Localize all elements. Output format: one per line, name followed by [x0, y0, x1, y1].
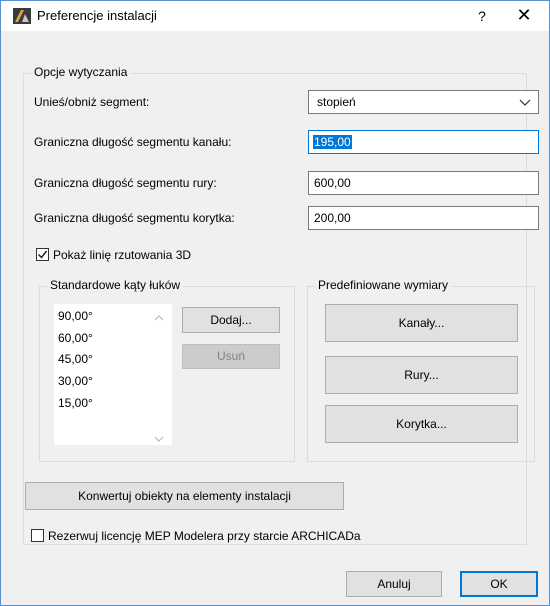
- trays-button[interactable]: Korytka...: [325, 405, 518, 443]
- list-item[interactable]: 30,00°: [58, 374, 93, 388]
- convert-objects-button[interactable]: Konwertuj obiekty na elementy instalacji: [25, 482, 344, 510]
- tray-length-value: 200,00: [314, 211, 351, 225]
- reserve-license-checkbox[interactable]: [31, 529, 44, 542]
- preferences-dialog: Preferencje instalacji ? ✕ Opcje wytycza…: [0, 0, 550, 606]
- list-item[interactable]: 45,00°: [58, 352, 93, 366]
- ok-button[interactable]: OK: [460, 571, 538, 597]
- add-angle-button[interactable]: Dodaj...: [182, 307, 280, 333]
- archicad-logo-icon: [13, 8, 31, 24]
- predefined-sizes-label: Predefiniowane wymiary: [315, 278, 452, 292]
- chevron-down-icon: [519, 96, 531, 108]
- pipe-length-field[interactable]: 600,00: [308, 171, 539, 195]
- duct-length-value: 195,00: [313, 135, 352, 149]
- tray-length-label: Graniczna długość segmentu korytka:: [34, 211, 235, 225]
- duct-length-label: Graniczna długość segmentu kanału:: [34, 135, 232, 149]
- raise-segment-select[interactable]: stopień: [308, 90, 539, 114]
- layout-options-label: Opcje wytyczania: [31, 65, 131, 79]
- pipe-length-label: Graniczna długość segmentu rury:: [34, 176, 217, 190]
- ducts-button[interactable]: Kanały...: [325, 304, 518, 342]
- pipe-length-value: 600,00: [314, 176, 351, 190]
- raise-segment-label: Unieś/obniż segment:: [34, 95, 150, 109]
- help-button[interactable]: ?: [471, 5, 493, 27]
- show-3d-projection-checkbox[interactable]: [36, 248, 49, 261]
- list-item[interactable]: 15,00°: [58, 396, 93, 410]
- arc-angles-list[interactable]: 90,00° 60,00° 45,00° 30,00° 15,00°: [54, 304, 172, 445]
- show-3d-projection-label: Pokaż linię rzutowania 3D: [53, 248, 192, 262]
- cancel-button[interactable]: Anuluj: [346, 571, 442, 597]
- tray-length-field[interactable]: 200,00: [308, 206, 539, 230]
- duct-length-field[interactable]: 195,00: [308, 130, 539, 154]
- reserve-license-label: Rezerwuj licencję MEP Modelera przy star…: [48, 529, 361, 543]
- window-title: Preferencje instalacji: [37, 8, 157, 23]
- list-item[interactable]: 90,00°: [58, 309, 93, 323]
- pipes-button[interactable]: Rury...: [325, 356, 518, 394]
- scroll-up-icon[interactable]: [154, 311, 164, 321]
- scroll-down-icon[interactable]: [154, 432, 164, 442]
- remove-angle-button[interactable]: Usuń: [182, 344, 280, 369]
- raise-segment-value: stopień: [317, 95, 356, 109]
- arc-angles-label: Standardowe kąty łuków: [47, 278, 184, 292]
- list-item[interactable]: 60,00°: [58, 331, 93, 345]
- close-icon[interactable]: ✕: [511, 5, 537, 27]
- title-bar: Preferencje instalacji ? ✕: [1, 1, 549, 31]
